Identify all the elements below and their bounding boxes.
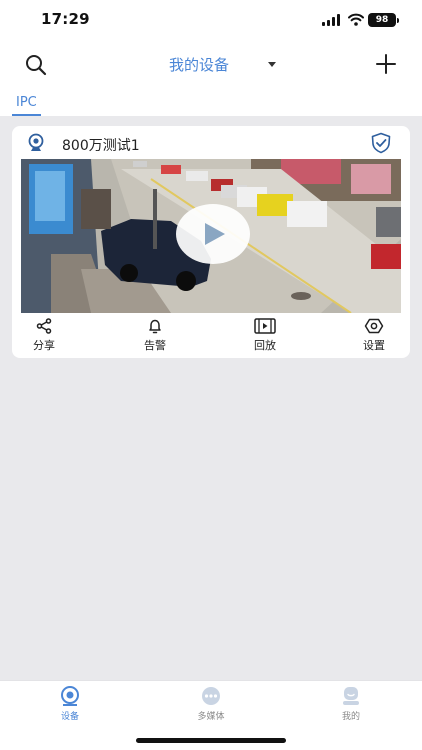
playback-label: 回放 (254, 339, 276, 352)
nav-bar: 我的设备 (0, 48, 422, 80)
camera-icon (28, 133, 44, 151)
tab-devices-label: 设备 (60, 712, 79, 722)
tab-ipc[interactable]: IPC (12, 95, 41, 116)
battery-level: 98 (368, 13, 396, 27)
device-card[interactable]: 800万测试1 分享 告警 回放 设置 (12, 126, 410, 358)
tab-mine-label: 我的 (341, 712, 360, 722)
alarm-button[interactable]: 告警 (125, 316, 185, 353)
home-indicator (136, 738, 286, 743)
tab-mine[interactable]: 我的 (311, 686, 391, 722)
play-icon[interactable] (176, 204, 250, 264)
tab-multimedia-label: 多媒体 (197, 712, 225, 722)
film-icon (254, 318, 276, 334)
shield-check-icon[interactable] (370, 132, 392, 154)
wifi-icon (348, 13, 364, 26)
device-actions: 分享 告警 回放 设置 (12, 316, 410, 356)
signal-icon (322, 14, 340, 26)
alarm-label: 告警 (144, 339, 166, 352)
settings-label: 设置 (363, 339, 385, 352)
tab-devices[interactable]: 设备 (30, 686, 110, 722)
top-header: 17:29 98 我的设备 IPC (0, 0, 422, 116)
plus-icon[interactable] (376, 54, 396, 74)
settings-button[interactable]: 设置 (344, 316, 404, 353)
share-label: 分享 (33, 339, 55, 352)
battery-tip (397, 18, 399, 23)
settings-icon (364, 318, 384, 334)
share-button[interactable]: 分享 (14, 316, 74, 353)
media-icon (202, 687, 220, 705)
status-time: 17:29 (41, 10, 90, 28)
live-video-preview[interactable] (21, 159, 401, 313)
device-icon (61, 686, 79, 706)
tab-multimedia[interactable]: 多媒体 (171, 686, 251, 722)
device-group-selector[interactable]: 我的设备 (0, 54, 422, 75)
bell-icon (149, 319, 161, 334)
page-title[interactable]: 我的设备 (169, 56, 253, 74)
chevron-down-icon[interactable] (268, 62, 276, 67)
playback-button[interactable]: 回放 (235, 316, 295, 353)
share-icon (36, 318, 52, 334)
status-bar: 17:29 98 (0, 10, 422, 32)
profile-icon (343, 687, 359, 705)
device-name: 800万测试1 (62, 138, 140, 154)
